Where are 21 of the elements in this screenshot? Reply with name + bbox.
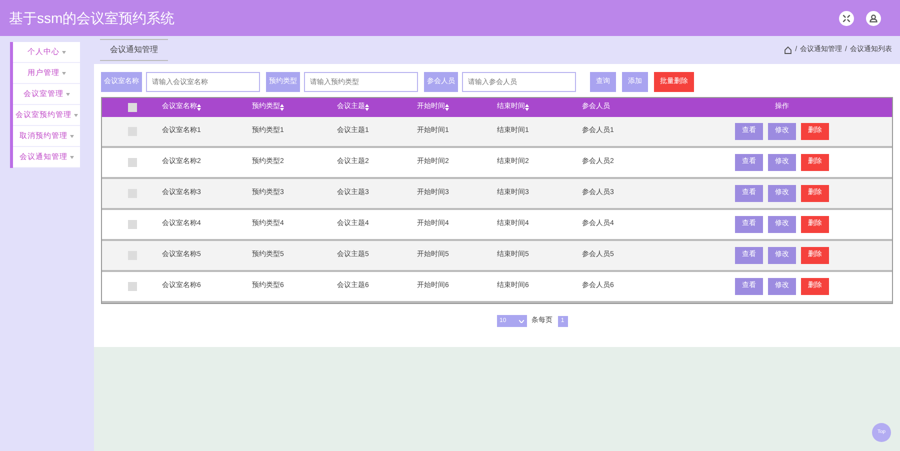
caret-icon bbox=[62, 72, 66, 74]
app-title: 基于ssm的会议室预约系统 bbox=[9, 8, 175, 28]
caret-icon bbox=[74, 114, 78, 116]
caret-icon bbox=[70, 134, 74, 138]
chevron-icon bbox=[518, 320, 524, 322]
fullscreen-icon[interactable] bbox=[839, 10, 854, 26]
home-icon[interactable] bbox=[784, 46, 792, 54]
user-icon[interactable] bbox=[866, 10, 881, 26]
sort-icon[interactable] bbox=[365, 104, 369, 111]
caret-icon bbox=[62, 50, 66, 54]
checkbox[interactable] bbox=[128, 282, 136, 291]
caret-icon bbox=[66, 92, 70, 96]
page-tab[interactable]: 会议通知管理 bbox=[100, 39, 168, 61]
sort-icon[interactable] bbox=[197, 104, 201, 111]
sort-icon[interactable] bbox=[525, 104, 529, 111]
sort-icon[interactable] bbox=[280, 104, 284, 111]
checkbox[interactable] bbox=[128, 220, 136, 229]
caret-icon bbox=[70, 156, 74, 158]
checkbox[interactable] bbox=[128, 103, 136, 112]
checkbox[interactable] bbox=[128, 158, 136, 167]
sort-icon[interactable] bbox=[445, 104, 449, 111]
